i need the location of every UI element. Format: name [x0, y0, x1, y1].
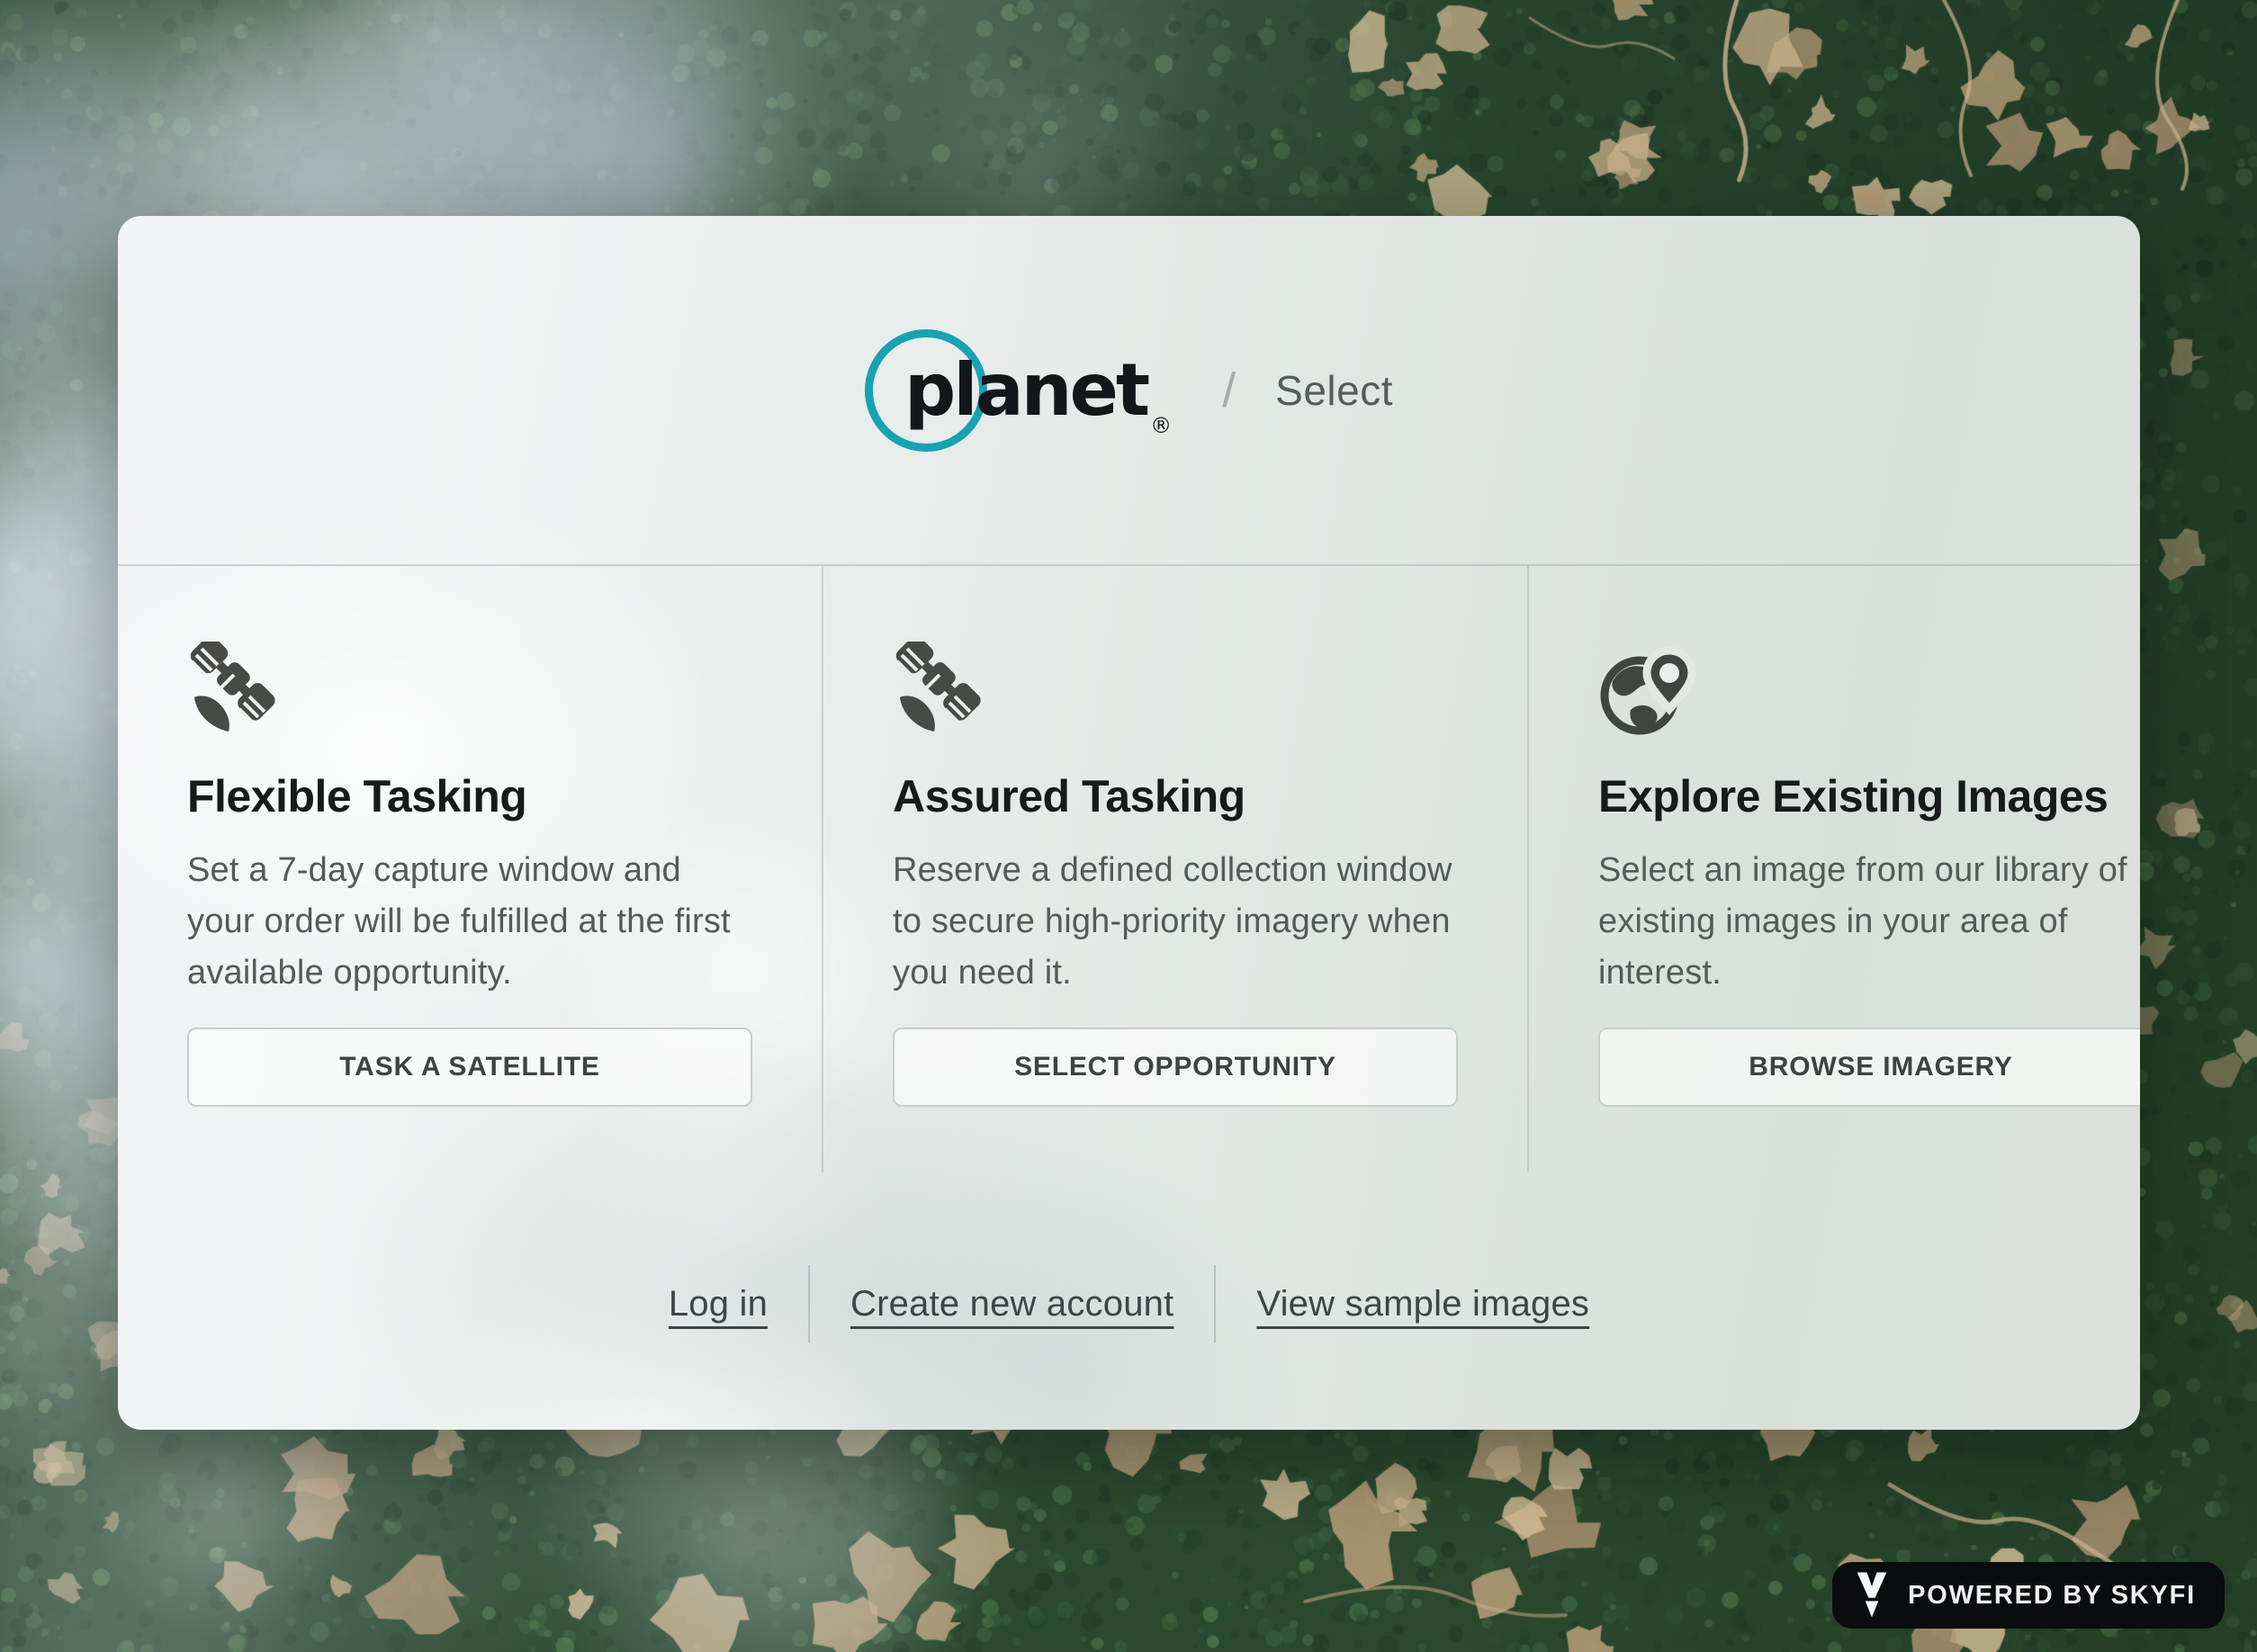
dialog-footer: Log in Create new account View sample im…	[118, 1172, 2140, 1430]
browse-imagery-button[interactable]: BROWSE IMAGERY	[1598, 1028, 2140, 1107]
logo-separator: /	[1222, 363, 1236, 418]
satellite-icon	[893, 642, 1458, 732]
card-description: Reserve a defined collection window to s…	[893, 845, 1458, 999]
card-title: Explore Existing Images	[1598, 769, 2140, 823]
card-description: Select an image from our library of exis…	[1598, 845, 2140, 999]
registered-mark: ®	[1150, 413, 1172, 438]
globe-pin-icon	[1598, 642, 2140, 732]
create-new-account-link[interactable]: Create new account	[850, 1284, 1173, 1324]
planet-logo-text: planet®	[904, 355, 1172, 426]
product-name: Select	[1275, 366, 1393, 415]
powered-by-label: POWERED BY SKYFI	[1908, 1581, 2196, 1611]
planet-select-logo: planet® / Select	[865, 314, 1393, 467]
select-mode-dialog: planet® / Select	[118, 216, 2140, 1430]
explore-existing-images-card: Explore Existing Images Select an image …	[1527, 566, 2140, 1172]
card-description: Set a 7-day capture window and your orde…	[187, 845, 752, 999]
footer-divider	[808, 1265, 810, 1342]
card-title: Flexible Tasking	[187, 769, 752, 823]
skyfi-logo-icon	[1854, 1570, 1890, 1621]
option-columns: Flexible Tasking Set a 7-day capture win…	[118, 566, 2140, 1172]
select-opportunity-button[interactable]: SELECT OPPORTUNITY	[893, 1028, 1458, 1107]
assured-tasking-card: Assured Tasking Reserve a defined collec…	[822, 566, 1527, 1172]
dialog-header: planet® / Select	[118, 216, 2140, 566]
satellite-icon	[187, 642, 752, 732]
powered-by-skyfi-badge[interactable]: POWERED BY SKYFI	[1832, 1562, 2225, 1629]
card-title: Assured Tasking	[893, 769, 1458, 823]
footer-divider	[1214, 1265, 1216, 1342]
task-a-satellite-button[interactable]: TASK A SATELLITE	[187, 1028, 752, 1107]
flexible-tasking-card: Flexible Tasking Set a 7-day capture win…	[118, 566, 822, 1172]
view-sample-images-link[interactable]: View sample images	[1256, 1284, 1589, 1324]
log-in-link[interactable]: Log in	[669, 1284, 768, 1324]
